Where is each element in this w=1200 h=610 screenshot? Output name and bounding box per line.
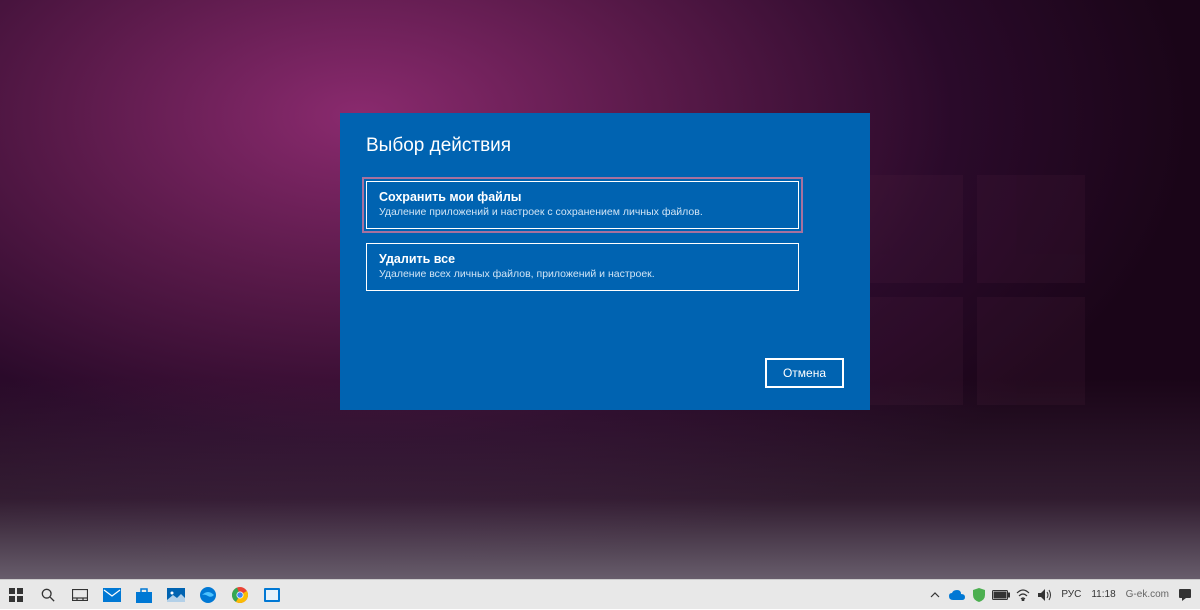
app-icon[interactable] bbox=[256, 580, 288, 610]
language-indicator[interactable]: РУС bbox=[1056, 589, 1086, 600]
wifi-icon[interactable] bbox=[1012, 580, 1034, 610]
security-icon[interactable] bbox=[968, 580, 990, 610]
option-remove-all[interactable]: Удалить все Удаление всех личных файлов,… bbox=[366, 243, 799, 291]
reset-dialog: Выбор действия Сохранить мои файлы Удале… bbox=[340, 113, 870, 410]
task-view-button[interactable] bbox=[64, 580, 96, 610]
store-app-icon[interactable] bbox=[128, 580, 160, 610]
photos-app-icon[interactable] bbox=[160, 580, 192, 610]
option-keep-files-title: Сохранить мои файлы bbox=[379, 190, 786, 204]
onedrive-icon[interactable] bbox=[946, 580, 968, 610]
desktop-wallpaper: Выбор действия Сохранить мои файлы Удале… bbox=[0, 0, 1200, 579]
search-button[interactable] bbox=[32, 580, 64, 610]
windows-logo-watermark bbox=[855, 175, 1085, 405]
option-keep-files[interactable]: Сохранить мои файлы Удаление приложений … bbox=[366, 181, 799, 229]
taskbar: РУС 11:18 G-ek.com bbox=[0, 579, 1200, 609]
battery-icon[interactable] bbox=[990, 580, 1012, 610]
tray-expand-icon[interactable] bbox=[924, 580, 946, 610]
dialog-title: Выбор действия bbox=[366, 135, 844, 157]
watermark-text: G-ek.com bbox=[1121, 589, 1174, 600]
mail-app-icon[interactable] bbox=[96, 580, 128, 610]
edge-app-icon[interactable] bbox=[192, 580, 224, 610]
option-remove-all-title: Удалить все bbox=[379, 252, 786, 266]
volume-icon[interactable] bbox=[1034, 580, 1056, 610]
option-remove-all-desc: Удаление всех личных файлов, приложений … bbox=[379, 268, 786, 280]
clock[interactable]: 11:18 bbox=[1086, 589, 1120, 600]
chrome-app-icon[interactable] bbox=[224, 580, 256, 610]
action-center-icon[interactable] bbox=[1174, 580, 1196, 610]
cancel-button[interactable]: Отмена bbox=[765, 358, 844, 388]
option-keep-files-desc: Удаление приложений и настроек с сохране… bbox=[379, 206, 786, 218]
start-button[interactable] bbox=[0, 580, 32, 610]
